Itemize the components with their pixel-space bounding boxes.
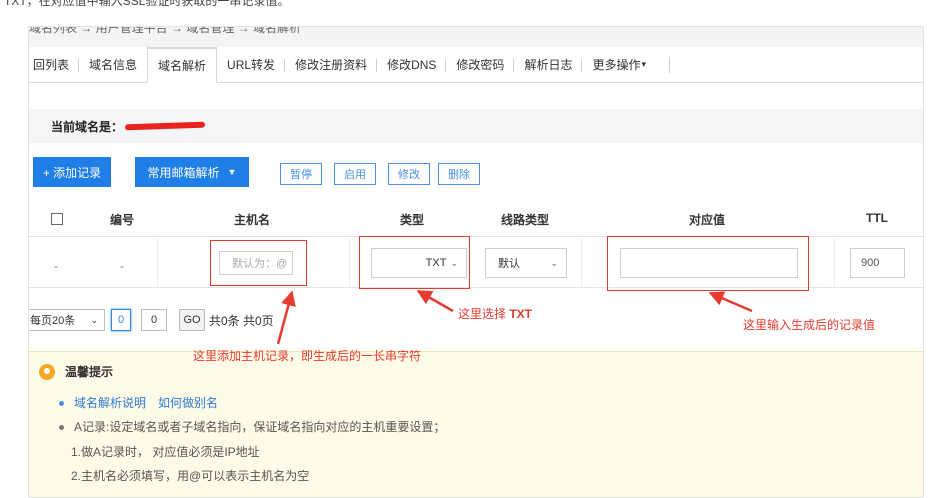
delete-button[interactable]: 删除 — [438, 163, 480, 185]
column-value: 对应值 — [689, 213, 726, 227]
bullet-icon — [59, 401, 64, 407]
tip-ip-note: 1.做A记录时， 对应值必须是IP地址 — [71, 445, 260, 459]
add-record-button[interactable]: + 添加记录 — [33, 157, 111, 187]
tip-host-note: 2.主机名必须填写，用@可以表示主机名为空 — [71, 469, 310, 483]
column-ttl: TTL — [866, 211, 888, 225]
tab-bar: 回列表 域名信息 域名解析 URL转发 修改注册资料 修改DNS 修改密码 解析… — [29, 47, 923, 83]
tab-edit-dns[interactable]: 修改DNS — [377, 47, 447, 82]
tab-label: 更多操作 — [592, 58, 641, 72]
edit-button[interactable]: 修改 — [388, 163, 430, 185]
chevron-down-icon: ⌄ — [90, 314, 98, 325]
pagination-info: 共0条 共0页 — [209, 314, 274, 328]
column-type: 类型 — [400, 213, 425, 227]
bullet-icon — [59, 425, 64, 431]
tab-label: 修改注册资料 — [295, 58, 368, 72]
tips-panel: 温馨提示 域名解析说明 如何做别名 A记录:设定域名或者子域名指向，保证域名指向对… — [29, 351, 923, 497]
tab-dns-resolution[interactable]: 域名解析 — [147, 47, 218, 83]
current-domain-bar: 当前域名是： — [29, 109, 923, 143]
caret-down-icon: ▼ — [227, 167, 237, 177]
line-type-select[interactable]: 默认 ⌄ — [485, 248, 567, 278]
tab-change-password[interactable]: 修改密码 — [446, 47, 515, 82]
tip-a-record: A记录:设定域名或者子域名指向，保证域名指向对应的主机重要设置； — [59, 418, 445, 435]
type-annotation-prefix: 这里选择 — [458, 307, 510, 321]
tab-label: 修改密码 — [456, 58, 505, 72]
column-id: 编号 — [110, 213, 135, 227]
tab-edit-registration[interactable]: 修改注册资料 — [285, 47, 378, 82]
tab-more-actions[interactable]: 更多操作 — [582, 47, 670, 82]
tab-url-forward[interactable]: URL转发 — [217, 47, 286, 82]
page-number-input[interactable]: 0 — [141, 309, 167, 331]
tips-title: 温馨提示 — [65, 365, 114, 379]
tab-label: 修改DNS — [387, 58, 437, 72]
intro-text: TXT，在对应值中输入SSL验证时获取的一串记录值。 — [4, 0, 290, 8]
lightbulb-icon — [39, 363, 55, 380]
chevron-down-icon: ⌄ — [550, 257, 558, 268]
tab-domain-info[interactable]: 域名信息 — [79, 47, 147, 82]
tips-links: 域名解析说明 如何做别名 — [59, 394, 230, 411]
tab-label: 域名解析 — [158, 59, 207, 73]
host-highlight-box — [210, 240, 307, 286]
type-annotation-value: TXT — [509, 307, 533, 321]
tab-label: 解析日志 — [524, 58, 573, 72]
tip-text: A记录:设定域名或者子域名指向，保证域名指向对应的主机重要设置； — [74, 420, 446, 434]
row-id: - — [120, 259, 124, 273]
tab-label: 域名信息 — [89, 58, 138, 72]
mail-button-label: 常用邮箱解析 — [147, 165, 220, 180]
row-checkbox-placeholder: - — [54, 259, 58, 273]
select-all-checkbox[interactable] — [51, 213, 63, 225]
per-page-value: 每页20条 — [30, 315, 76, 327]
tab-back-to-list[interactable]: 回列表 — [29, 47, 80, 82]
go-button[interactable]: GO — [179, 309, 205, 331]
pagination: 每页20条 ⌄ 0 0 GO 共0条 共0页 — [29, 309, 529, 331]
records-table-header: 编号 主机名 类型 线路类型 对应值 TTL — [29, 201, 923, 237]
pause-button[interactable]: 暂停 — [280, 163, 322, 185]
enable-button[interactable]: 启用 — [334, 163, 376, 185]
value-highlight-box — [607, 236, 809, 291]
breadcrumb: 域名列表 → 用户管理平台 → 域名管理 → 域名解析 — [29, 26, 302, 35]
dns-help-link[interactable]: 域名解析说明 — [74, 396, 146, 410]
current-domain-label: 当前域名是： — [51, 119, 124, 134]
ttl-input[interactable]: 900 — [850, 248, 905, 278]
tab-resolution-log[interactable]: 解析日志 — [514, 47, 583, 82]
value-annotation: 这里输入生成后的记录值 — [743, 318, 876, 332]
cname-help-link[interactable]: 如何做别名 — [158, 396, 218, 410]
per-page-select[interactable]: 每页20条 ⌄ — [29, 309, 105, 331]
column-host: 主机名 — [234, 213, 271, 227]
line-type-value: 默认 — [498, 258, 520, 270]
common-mail-resolution-button[interactable]: 常用邮箱解析 ▼ — [135, 157, 249, 187]
column-line-type: 线路类型 — [501, 213, 550, 227]
type-annotation: 这里选择 TXT — [458, 305, 532, 322]
tab-label: 回列表 — [33, 58, 70, 72]
redacted-domain-mark — [124, 121, 206, 131]
type-highlight-box — [359, 236, 470, 289]
tab-label: URL转发 — [227, 58, 276, 72]
tips-header: 温馨提示 — [39, 363, 113, 380]
host-annotation: 这里添加主机记录，即生成后的一长串字符 — [193, 349, 422, 363]
current-page-indicator[interactable]: 0 — [111, 309, 131, 331]
